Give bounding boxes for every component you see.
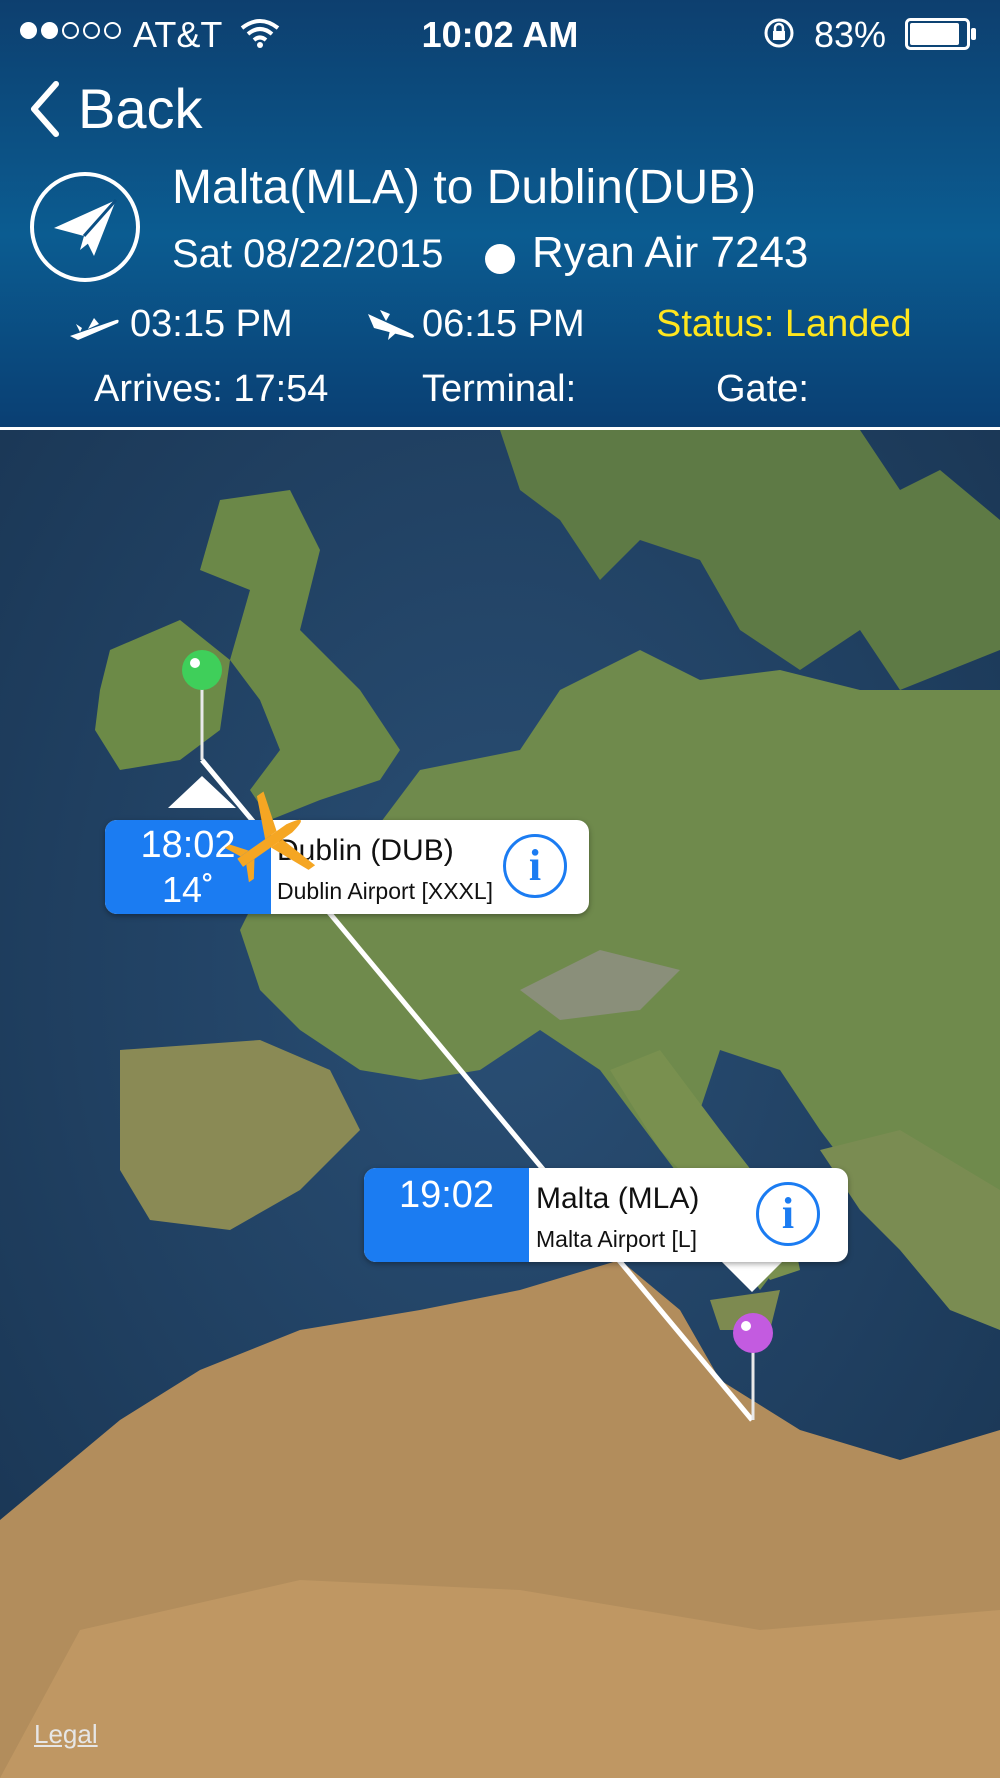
origin-name: Malta (MLA) <box>536 1182 700 1215</box>
gate-label: Gate: <box>716 368 809 410</box>
origin-airport: Malta Airport [L] <box>536 1226 698 1252</box>
info-icon[interactable]: i <box>756 1182 820 1246</box>
info-icon[interactable]: i <box>503 834 567 898</box>
plane-takeoff-icon <box>70 318 119 340</box>
destination-callout[interactable]: 18:02 14˚ Dublin (DUB) Dublin Airport [X… <box>105 820 589 914</box>
chevron-left-icon <box>31 80 59 137</box>
airline-dot-icon <box>485 244 515 274</box>
flight-date: Sat 08/22/2015 <box>172 232 444 276</box>
paper-plane-icon <box>30 172 140 282</box>
rotation-lock-icon <box>764 18 794 48</box>
back-label: Back <box>78 77 203 140</box>
battery-percent: 83% <box>814 14 887 55</box>
route-title: Malta(MLA) to Dublin(DUB) <box>172 161 757 214</box>
arrival-time: 06:15 PM <box>422 303 585 345</box>
departure-time: 03:15 PM <box>130 303 293 345</box>
flight-header: AT&T 10:02 AM 83% Back Malta(MLA) to Dub… <box>0 0 1000 430</box>
terminal-label: Terminal: <box>422 368 577 410</box>
airline-flight-number: Ryan Air 7243 <box>532 228 809 277</box>
back-button[interactable]: Back <box>28 76 203 141</box>
plane-position-icon <box>224 791 316 883</box>
battery-icon <box>905 18 976 50</box>
origin-callout[interactable]: 19:02 Malta (MLA) Malta Airport [L] i <box>364 1168 848 1262</box>
destination-pin <box>182 650 222 690</box>
origin-pin <box>733 1313 773 1353</box>
plane-landing-icon <box>368 310 414 340</box>
map-view[interactable]: 18:02 14˚ Dublin (DUB) Dublin Airport [X… <box>0 430 1000 1778</box>
legal-link[interactable]: Legal <box>34 1719 98 1750</box>
origin-local-time: 19:02 <box>398 1174 495 1216</box>
satellite-map[interactable] <box>0 430 1000 1778</box>
callout-time-box: 19:02 <box>364 1168 529 1262</box>
arrives-label: Arrives: 17:54 <box>94 368 329 410</box>
status-bar: AT&T 10:02 AM 83% <box>0 0 1000 70</box>
flight-status: Status: Landed <box>656 303 912 345</box>
